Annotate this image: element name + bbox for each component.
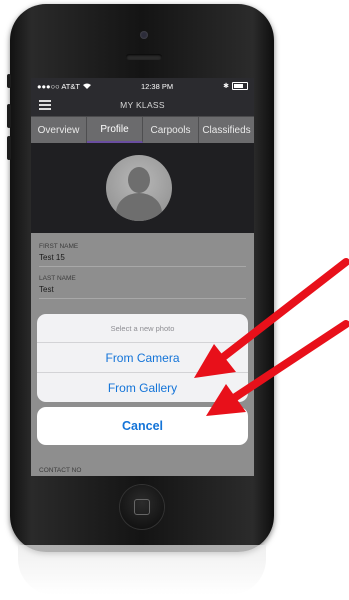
- volume-up-button: [7, 104, 11, 128]
- tab-bar: Overview Profile Carpools Classifieds: [31, 116, 254, 143]
- front-camera: [140, 31, 148, 39]
- wifi-icon: [82, 82, 91, 91]
- action-sheet-options: Select a new photo From Camera From Gall…: [37, 314, 248, 402]
- profile-header: [31, 143, 254, 233]
- photo-action-sheet: Select a new photo From Camera From Gall…: [37, 314, 248, 445]
- status-time: 12:38 PM: [140, 81, 174, 91]
- from-gallery-button[interactable]: From Gallery: [37, 373, 248, 402]
- avatar-body-shape: [116, 193, 162, 221]
- mute-switch: [7, 74, 11, 88]
- avatar-head-shape: [128, 167, 150, 193]
- first-name-field[interactable]: Test 15: [39, 250, 246, 267]
- avatar[interactable]: [106, 155, 172, 221]
- last-name-label: LAST NAME: [39, 275, 76, 282]
- nav-bar: MY KLASS: [31, 94, 254, 116]
- volume-down-button: [7, 136, 11, 160]
- tab-classifieds[interactable]: Classifieds: [199, 117, 254, 143]
- first-name-label: FIRST NAME: [39, 243, 79, 250]
- cancel-button[interactable]: Cancel: [37, 407, 248, 445]
- tab-carpools[interactable]: Carpools: [143, 117, 199, 143]
- hamburger-menu-icon[interactable]: [39, 100, 51, 110]
- home-button-icon: [134, 499, 150, 515]
- tab-overview[interactable]: Overview: [31, 117, 87, 143]
- from-camera-button[interactable]: From Camera: [37, 343, 248, 373]
- earpiece-speaker: [126, 54, 162, 60]
- battery-icon: [231, 82, 248, 90]
- home-button[interactable]: [120, 485, 164, 529]
- contact-no-label: CONTACT NO: [39, 467, 82, 474]
- nav-title: MY KLASS: [120, 100, 165, 110]
- carrier-label: ●●●○○ AT&T: [37, 81, 80, 91]
- action-sheet-title: Select a new photo: [37, 314, 248, 343]
- phone-reflection: [18, 545, 266, 595]
- phone-screen: ●●●○○ AT&T 12:38 PM ✱ MY KLASS Overview …: [31, 78, 254, 476]
- last-name-field[interactable]: Test: [39, 282, 246, 299]
- status-bar: ●●●○○ AT&T 12:38 PM ✱: [31, 78, 254, 94]
- tab-profile[interactable]: Profile: [87, 117, 143, 143]
- bluetooth-icon: ✱: [223, 83, 229, 90]
